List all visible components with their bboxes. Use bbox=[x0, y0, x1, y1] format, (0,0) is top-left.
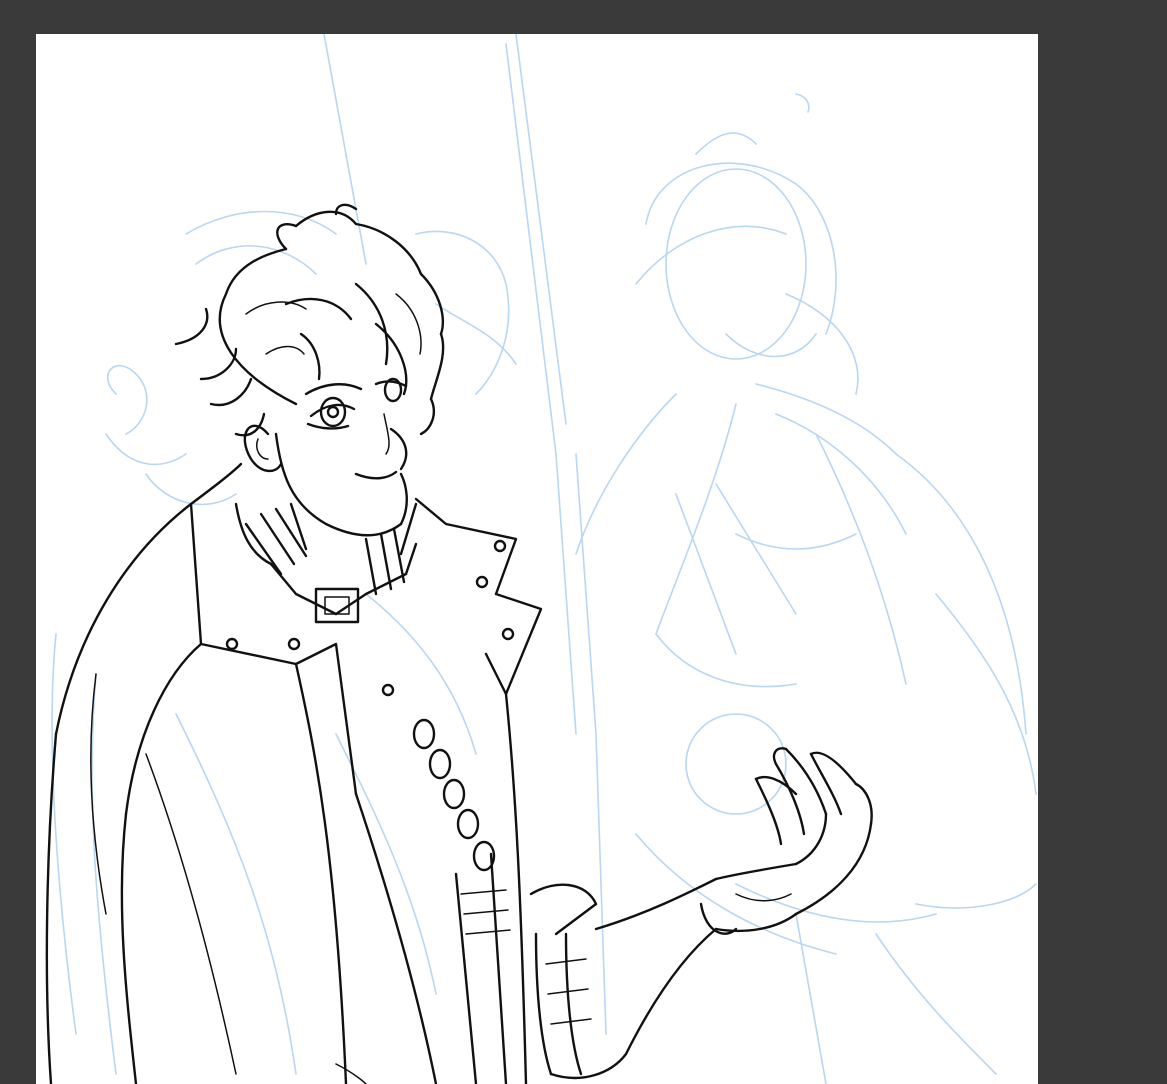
app-workspace bbox=[0, 0, 1167, 1084]
drawing-canvas[interactable] bbox=[36, 34, 1038, 1084]
lineart-layer bbox=[45, 203, 873, 1084]
